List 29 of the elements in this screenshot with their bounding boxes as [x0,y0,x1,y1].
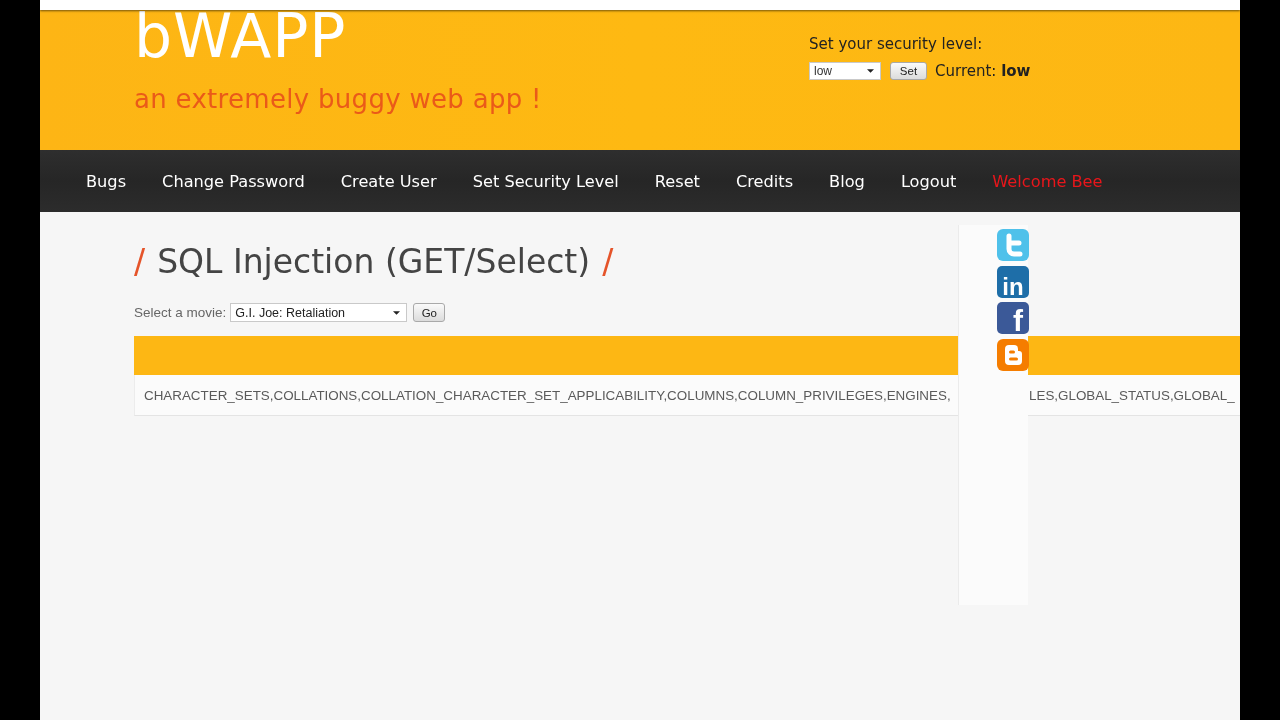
movie-label: Select a movie: [134,305,227,320]
logo-text: bWAPP [134,8,347,64]
welcome-text: Welcome Bee [992,171,1103,191]
cell-text: LES,GLOBAL_STATUS,GLOBAL_ [1029,387,1235,403]
nav-link[interactable]: Set Security Level [472,171,619,191]
set-button[interactable]: Set [890,62,927,80]
t-tile-icon[interactable] [997,229,1029,261]
letter-tile-icon[interactable]: f [997,302,1029,334]
b-tile-icon[interactable] [997,338,1029,371]
caret-icon [867,69,874,73]
nav-link[interactable]: Change Password [162,171,305,191]
cell-text: CHARACTER_SETS,COLLATIONS,COLLATION_CHARACTER_SET_APPLICABILITY,COLUMNS,COLUMN_PRIVILEGES,ENGINES, [144,387,951,403]
nav-link[interactable]: Bugs [86,171,127,191]
title-slash: / [602,241,614,283]
go-button[interactable]: Go [413,303,446,322]
title-slash: / [134,241,146,283]
movie-select[interactable]: G.I. Joe: Retaliation [230,303,408,322]
nav-link[interactable]: Reset [654,171,700,191]
nav-link[interactable]: Credits [735,171,794,191]
current-level-text: Current: low [935,62,1031,80]
nav-link[interactable]: Create User [340,171,437,191]
nav-link[interactable]: Logout [900,171,957,191]
tagline: an extremely buggy web app ! [134,83,542,115]
caret-icon [393,310,401,315]
security-level-label: Set your security level: [809,34,983,54]
security-level-select[interactable]: low [809,62,881,80]
letter-tile-icon[interactable]: in [997,265,1029,298]
page-title: SQL Injection (GET/Select) [157,241,591,283]
nav-link[interactable]: Blog [829,171,865,191]
